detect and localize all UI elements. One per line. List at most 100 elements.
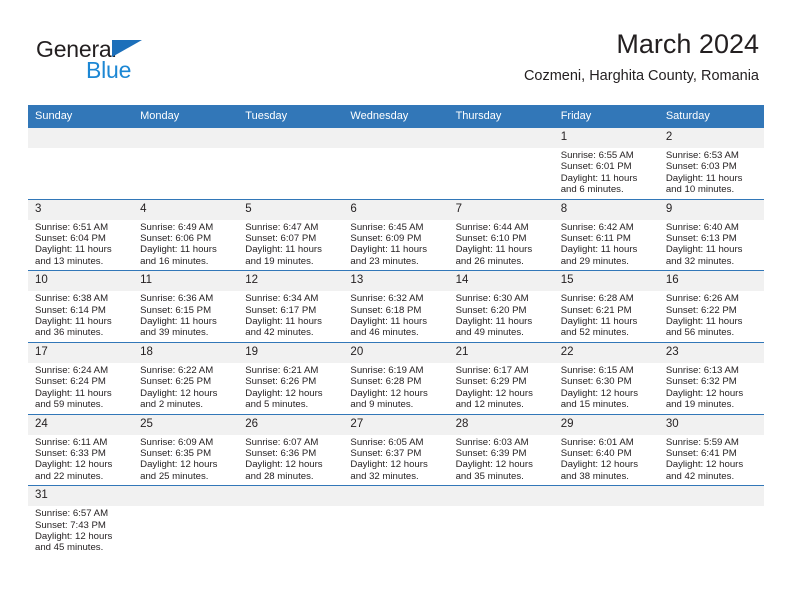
day-details: Sunrise: 6:55 AM Sunset: 6:01 PM Daylight:… (554, 148, 659, 199)
calendar-day-cell[interactable]: 3 Sunrise: 6:51 AM Sunset: 6:04 PM Daylight… (28, 198, 134, 271)
calendar-day-cell[interactable] (238, 127, 344, 200)
day-number: 5 (238, 199, 344, 220)
sunset-text: Sunset: 6:07 PM (245, 233, 317, 245)
daylight-text-line2: and 28 minutes. (245, 470, 314, 482)
calendar-day-cell[interactable]: 2 Sunrise: 6:53 AM Sunset: 6:03 PM Daylight… (658, 127, 764, 200)
day-number: 7 (448, 199, 554, 220)
sunset-text: Sunset: 6:09 PM (350, 233, 422, 245)
calendar-day-cell[interactable]: 27 Sunrise: 6:05 AM Sunset: 6:37 PM Dayligh… (343, 413, 449, 486)
day-details: Sunrise: 6:36 AM Sunset: 6:15 PM Daylight:… (133, 291, 238, 342)
sunrise-text: Sunrise: 6:32 AM (350, 293, 424, 305)
sunset-text: Sunset: 6:20 PM (455, 304, 527, 316)
page-header: General Blue March 2024 Cozmeni, Harghit… (0, 0, 792, 100)
calendar-day-cell[interactable] (448, 127, 554, 200)
calendar-day-cell[interactable]: 11 Sunrise: 6:36 AM Sunset: 6:15 PM Dayligh… (133, 270, 239, 343)
sunrise-text: Sunrise: 5:59 AM (665, 436, 739, 448)
daylight-text-line1: Daylight: 11 hours (560, 244, 638, 256)
sunrise-text: Sunrise: 6:53 AM (665, 150, 739, 161)
daylight-text-line1: Daylight: 12 hours (140, 459, 218, 471)
sunset-text: Sunset: 6:40 PM (560, 447, 632, 459)
calendar-day-cell[interactable]: 26 Sunrise: 6:07 AM Sunset: 6:36 PM Dayligh… (238, 413, 344, 486)
day-details: Sunrise: 6:47 AM Sunset: 6:07 PM Daylight:… (238, 220, 343, 271)
day-number: 24 (28, 414, 134, 435)
day-number: 6 (343, 199, 449, 220)
calendar-day-cell[interactable]: 22 Sunrise: 6:15 AM Sunset: 6:30 PM Dayligh… (553, 341, 659, 414)
calendar-day-cell[interactable]: 21 Sunrise: 6:17 AM Sunset: 6:29 PM Dayligh… (448, 341, 554, 414)
calendar-day-cell[interactable] (448, 485, 554, 557)
calendar-day-cell[interactable]: 9 Sunrise: 6:40 AM Sunset: 6:13 PM Daylight… (658, 198, 764, 271)
calendar-day-cell[interactable]: 24 Sunrise: 6:11 AM Sunset: 6:33 PM Dayligh… (28, 413, 134, 486)
calendar-week-row: 24 Sunrise: 6:11 AM Sunset: 6:33 PM Dayligh… (28, 413, 764, 486)
sunset-text: Sunset: 6:37 PM (350, 447, 422, 459)
calendar-day-cell[interactable]: 13 Sunrise: 6:32 AM Sunset: 6:18 PM Dayligh… (343, 270, 449, 343)
day-details: Sunrise: 6:51 AM Sunset: 6:04 PM Daylight:… (28, 220, 133, 271)
day-number (448, 486, 554, 507)
day-number: 22 (553, 342, 659, 363)
daylight-text-line1: Daylight: 12 hours (245, 459, 323, 471)
day-number: 10 (28, 271, 134, 292)
daylight-text-line2: and 39 minutes. (140, 327, 209, 339)
calendar-day-cell[interactable]: 25 Sunrise: 6:09 AM Sunset: 6:35 PM Dayligh… (133, 413, 239, 486)
calendar-day-cell[interactable] (28, 127, 134, 200)
daylight-text-line2: and 9 minutes. (350, 399, 414, 411)
sunrise-text: Sunrise: 6:40 AM (665, 221, 739, 233)
day-details: Sunrise: 6:09 AM Sunset: 6:35 PM Daylight:… (133, 435, 238, 486)
calendar-day-cell[interactable] (133, 127, 239, 200)
day-number: 21 (448, 342, 554, 363)
daylight-text-line2: and 52 minutes. (560, 327, 629, 339)
day-details: Sunrise: 6:24 AM Sunset: 6:24 PM Daylight:… (28, 363, 133, 414)
calendar-day-cell[interactable]: 20 Sunrise: 6:19 AM Sunset: 6:28 PM Dayligh… (343, 341, 449, 414)
day-details: Sunrise: 6:57 AM Sunset: 7:43 PM Daylight:… (28, 506, 133, 557)
calendar-day-cell[interactable]: 1 Sunrise: 6:55 AM Sunset: 6:01 PM Daylight… (553, 127, 659, 200)
daylight-text-line2: and 19 minutes. (665, 399, 735, 411)
calendar-day-cell[interactable]: 7 Sunrise: 6:44 AM Sunset: 6:10 PM Daylight… (448, 198, 554, 271)
calendar-day-cell[interactable]: 4 Sunrise: 6:49 AM Sunset: 6:06 PM Daylight… (133, 198, 239, 271)
calendar-day-cell[interactable] (133, 485, 239, 557)
calendar-day-cell[interactable] (658, 485, 764, 557)
sunset-text: Sunset: 6:24 PM (35, 376, 106, 388)
calendar-day-cell[interactable]: 30 Sunrise: 5:59 AM Sunset: 6:41 PM Dayligh… (658, 413, 764, 486)
calendar-day-cell[interactable] (238, 485, 344, 557)
sunset-text: Sunset: 6:32 PM (665, 376, 737, 388)
day-number: 9 (658, 199, 764, 220)
calendar-day-cell[interactable]: 28 Sunrise: 6:03 AM Sunset: 6:39 PM Dayligh… (448, 413, 554, 486)
general-blue-logo[interactable]: General Blue (36, 36, 186, 88)
calendar-day-cell[interactable]: 10 Sunrise: 6:38 AM Sunset: 6:14 PM Dayligh… (28, 270, 134, 343)
sunrise-text: Sunrise: 6:57 AM (35, 508, 109, 520)
sunset-text: Sunset: 6:25 PM (140, 376, 212, 388)
daylight-text-line1: Daylight: 12 hours (665, 459, 744, 471)
calendar-day-cell[interactable]: 14 Sunrise: 6:30 AM Sunset: 6:20 PM Dayligh… (448, 270, 554, 343)
calendar-day-cell[interactable] (343, 485, 449, 557)
weekday-header-sunday: Sunday (28, 105, 134, 128)
day-details: Sunrise: 6:30 AM Sunset: 6:20 PM Daylight:… (449, 291, 554, 342)
calendar-day-cell[interactable]: 15 Sunrise: 6:28 AM Sunset: 6:21 PM Dayligh… (553, 270, 659, 343)
page-title: March 2024 (616, 29, 759, 59)
calendar-day-cell[interactable]: 18 Sunrise: 6:22 AM Sunset: 6:25 PM Dayligh… (133, 341, 239, 414)
sunset-text: Sunset: 6:30 PM (560, 376, 632, 388)
calendar-day-cell[interactable]: 6 Sunrise: 6:45 AM Sunset: 6:09 PM Daylight… (343, 198, 449, 271)
calendar-day-cell[interactable]: 29 Sunrise: 6:01 AM Sunset: 6:40 PM Dayligh… (553, 413, 659, 486)
calendar-day-cell[interactable]: 17 Sunrise: 6:24 AM Sunset: 6:24 PM Dayligh… (28, 341, 134, 414)
calendar-day-cell[interactable]: 12 Sunrise: 6:34 AM Sunset: 6:17 PM Dayligh… (238, 270, 344, 343)
daylight-text-line1: Daylight: 11 hours (665, 244, 743, 256)
day-number: 28 (448, 414, 554, 435)
sunset-text: Sunset: 6:22 PM (665, 304, 737, 316)
sunrise-text: Sunrise: 6:15 AM (560, 364, 634, 376)
daylight-text-line1: Daylight: 11 hours (560, 172, 638, 184)
calendar-day-cell[interactable] (553, 485, 659, 557)
day-details: Sunrise: 6:17 AM Sunset: 6:29 PM Daylight:… (449, 363, 554, 414)
calendar-day-cell[interactable]: 8 Sunrise: 6:42 AM Sunset: 6:11 PM Daylight… (553, 198, 659, 271)
sunrise-text: Sunrise: 6:01 AM (560, 436, 634, 448)
calendar-day-cell[interactable]: 16 Sunrise: 6:26 AM Sunset: 6:22 PM Dayligh… (658, 270, 764, 343)
daylight-text-line1: Daylight: 11 hours (455, 316, 533, 328)
calendar-day-cell[interactable]: 23 Sunrise: 6:13 AM Sunset: 6:32 PM Dayligh… (658, 341, 764, 414)
sunrise-text: Sunrise: 6:38 AM (35, 293, 109, 305)
calendar-day-cell[interactable]: 5 Sunrise: 6:47 AM Sunset: 6:07 PM Daylight… (238, 198, 344, 271)
calendar-day-cell[interactable] (343, 127, 449, 200)
day-number: 18 (133, 342, 239, 363)
calendar-day-cell[interactable]: 19 Sunrise: 6:21 AM Sunset: 6:26 PM Dayligh… (238, 341, 344, 414)
daylight-text-line1: Daylight: 12 hours (350, 459, 428, 471)
calendar-header-row: Sunday Monday Tuesday Wednesday Thursday… (28, 105, 764, 128)
calendar-day-cell[interactable]: 31 Sunrise: 6:57 AM Sunset: 7:43 PM Dayligh… (28, 485, 134, 557)
daylight-text-line1: Daylight: 12 hours (455, 387, 533, 399)
